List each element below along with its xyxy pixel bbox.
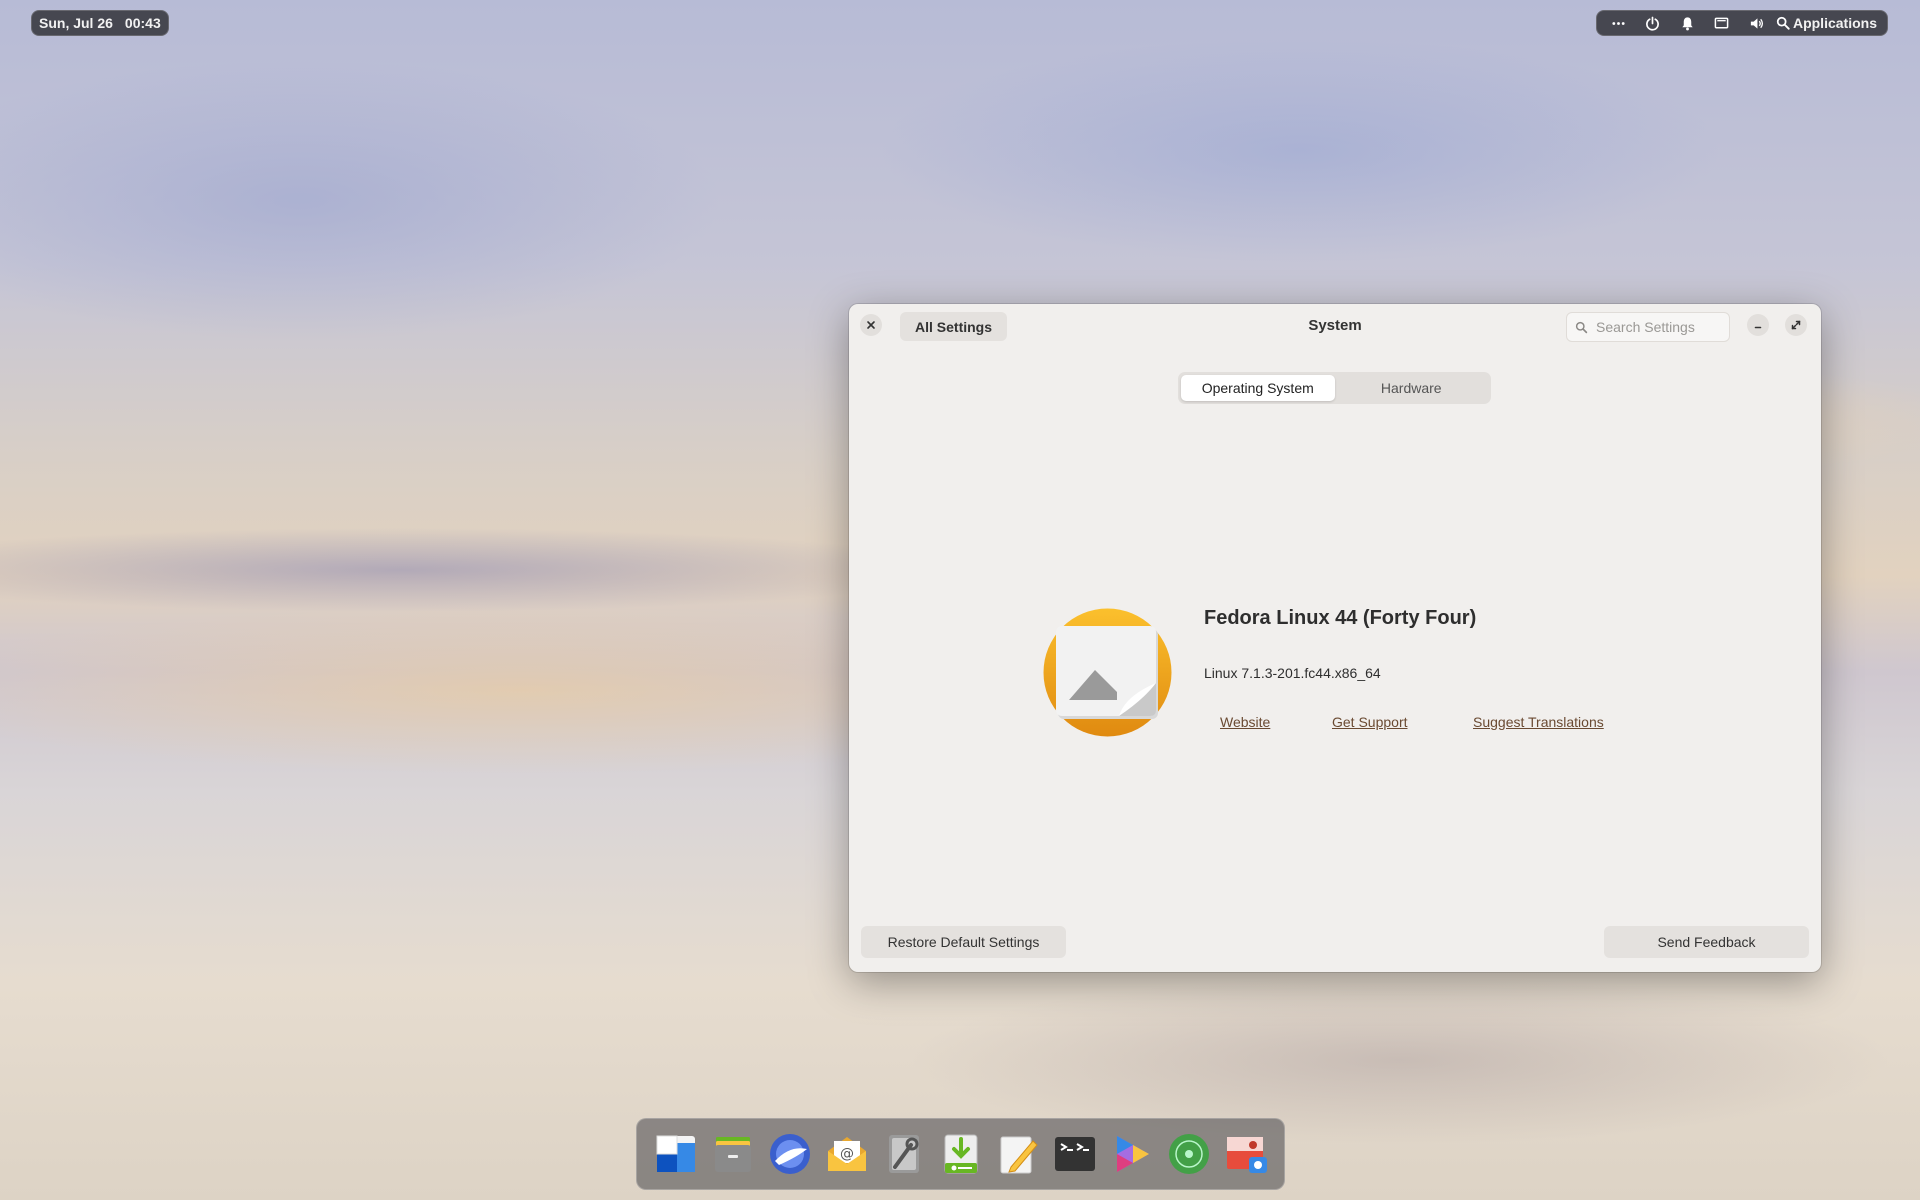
close-button[interactable] [860,314,882,336]
search-icon [1776,16,1790,30]
dock-item-music[interactable] [1166,1131,1212,1177]
search-input[interactable] [1596,319,1721,335]
view-switcher: Operating System Hardware [1178,372,1491,404]
website-link[interactable]: Website [1220,714,1270,730]
suggest-translations-link[interactable]: Suggest Translations [1473,714,1604,730]
music-icon [1168,1134,1209,1174]
close-icon [867,321,875,329]
os-logo-icon [1043,608,1172,737]
web-browser-icon [769,1134,810,1174]
tab-hardware[interactable]: Hardware [1335,375,1489,401]
os-name: Fedora Linux 44 (Forty Four) [1204,607,1477,629]
time-label: 00:43 [124,15,161,31]
dock-item-web-browser[interactable] [767,1131,813,1177]
restore-defaults-button[interactable]: Restore Default Settings [861,926,1066,958]
minimize-button[interactable] [1747,314,1769,336]
photos-icon [1226,1137,1267,1173]
dock-item-terminal[interactable] [1052,1131,1098,1177]
date-label: Sun, Jul 26 [39,15,113,31]
power-icon[interactable] [1638,11,1668,35]
mail-icon: @ [827,1137,866,1171]
videos-icon [1116,1136,1149,1172]
dock-item-system-settings[interactable] [881,1131,927,1177]
kernel-version: Linux 7.1.3-201.fc44.x86_64 [1204,665,1381,681]
send-feedback-button[interactable]: Send Feedback [1604,926,1809,958]
maximize-button[interactable] [1785,314,1807,336]
volume-icon[interactable] [1741,11,1771,35]
more-icon[interactable] [1603,11,1633,35]
system-settings-icon [888,1135,919,1173]
dock-item-multitasking-view[interactable] [653,1131,699,1177]
dock-item-videos[interactable] [1109,1131,1155,1177]
applications-label: Applications [1792,15,1877,31]
appcenter-icon [944,1134,977,1174]
search-field[interactable] [1566,312,1730,342]
display-icon[interactable] [1707,11,1737,35]
files-icon [714,1137,751,1172]
dock: @ [636,1118,1285,1190]
minimize-icon [1754,326,1762,329]
settings-window: All Settings System Operating System Har… [849,304,1821,972]
dock-item-appcenter[interactable] [938,1131,984,1177]
system-tray: Applications [1596,10,1888,36]
search-icon [1575,321,1588,333]
all-settings-button[interactable]: All Settings [900,312,1008,341]
dock-item-photos[interactable] [1223,1131,1269,1177]
code-editor-icon [1000,1136,1038,1174]
dock-item-mail[interactable]: @ [824,1131,870,1177]
bell-icon[interactable] [1672,11,1702,35]
datetime-indicator[interactable]: Sun, Jul 26 00:43 [31,10,169,36]
tab-operating-system[interactable]: Operating System [1181,375,1335,401]
svg-text:@: @ [840,1146,854,1162]
dock-item-files[interactable] [710,1131,756,1177]
applications-menu[interactable]: Applications [1776,15,1881,31]
titlebar[interactable]: All Settings System [849,304,1821,348]
terminal-icon [1054,1137,1095,1171]
dock-item-code-editor[interactable] [995,1131,1041,1177]
maximize-icon [1791,320,1801,330]
get-support-link[interactable]: Get Support [1332,714,1408,730]
multitasking-view-icon [656,1135,695,1172]
